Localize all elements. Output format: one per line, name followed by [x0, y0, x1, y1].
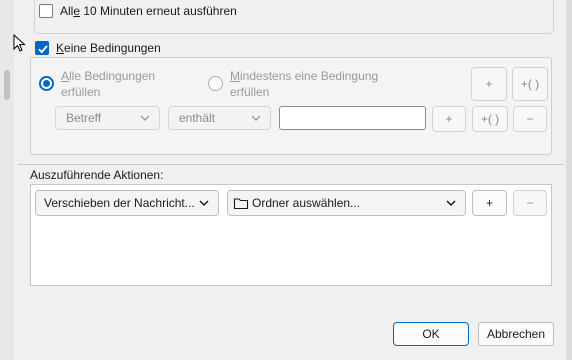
condition-field-select[interactable]: Betreff [55, 106, 160, 130]
condition-value-input[interactable] [279, 106, 426, 130]
background-scrollbar-thumb [4, 70, 10, 100]
chevron-down-icon [251, 115, 261, 121]
no-conditions-checkbox[interactable] [35, 41, 49, 55]
condition-field-value: Betreff [66, 111, 102, 125]
add-nested-group-button[interactable]: +( ) [512, 67, 548, 101]
mouse-cursor-icon [13, 34, 26, 52]
remove-condition-button[interactable]: − [513, 106, 547, 132]
add-condition-button[interactable]: + [432, 106, 466, 132]
target-folder-select[interactable]: Ordner auswählen... [227, 190, 466, 216]
add-condition-group-row-button[interactable]: +( ) [472, 106, 508, 132]
section-divider [18, 164, 564, 165]
ok-button[interactable]: OK [393, 322, 469, 346]
rerun-label: Alle 10 Minuten erneut ausführen [60, 4, 237, 18]
remove-action-button[interactable]: − [513, 190, 547, 216]
match-any-radio[interactable] [208, 76, 223, 91]
no-conditions-label: Keine Bedingungen [56, 41, 161, 55]
schedule-group: Alle 10 Minuten erneut ausführen [34, 0, 554, 34]
filter-rules-dialog: Alle 10 Minuten erneut ausführen Keine B… [14, 0, 566, 360]
add-condition-group-button[interactable]: + [471, 67, 507, 101]
action-type-value: Verschieben der Nachricht... [44, 196, 195, 210]
rerun-checkbox[interactable] [39, 4, 53, 18]
match-any-label: Mindestens eine Bedingung erfüllen [230, 69, 379, 99]
folder-icon [233, 198, 249, 210]
background-window-edge [0, 0, 15, 360]
checkmark-icon [38, 45, 48, 54]
match-all-radio[interactable] [39, 76, 54, 91]
actions-list: Verschieben der Nachricht... Ordner ausw… [30, 184, 552, 286]
condition-operator-value: enthält [179, 111, 216, 125]
add-action-button[interactable]: + [472, 190, 507, 216]
action-type-select[interactable]: Verschieben der Nachricht... [35, 190, 219, 216]
condition-operator-select[interactable]: enthält [168, 106, 271, 130]
target-folder-value: Ordner auswählen... [252, 196, 361, 210]
chevron-down-icon [446, 200, 456, 207]
actions-heading: Auszuführende Aktionen: [30, 168, 164, 182]
chevron-down-icon [140, 115, 150, 121]
chevron-down-icon [199, 200, 209, 207]
background-window-edge-right [566, 0, 572, 360]
match-all-label: Alle Bedingungen erfüllen [61, 69, 156, 99]
cancel-button[interactable]: Abbrechen [478, 322, 554, 346]
conditions-group: Alle Bedingungen erfüllen Mindestens ein… [30, 57, 552, 155]
